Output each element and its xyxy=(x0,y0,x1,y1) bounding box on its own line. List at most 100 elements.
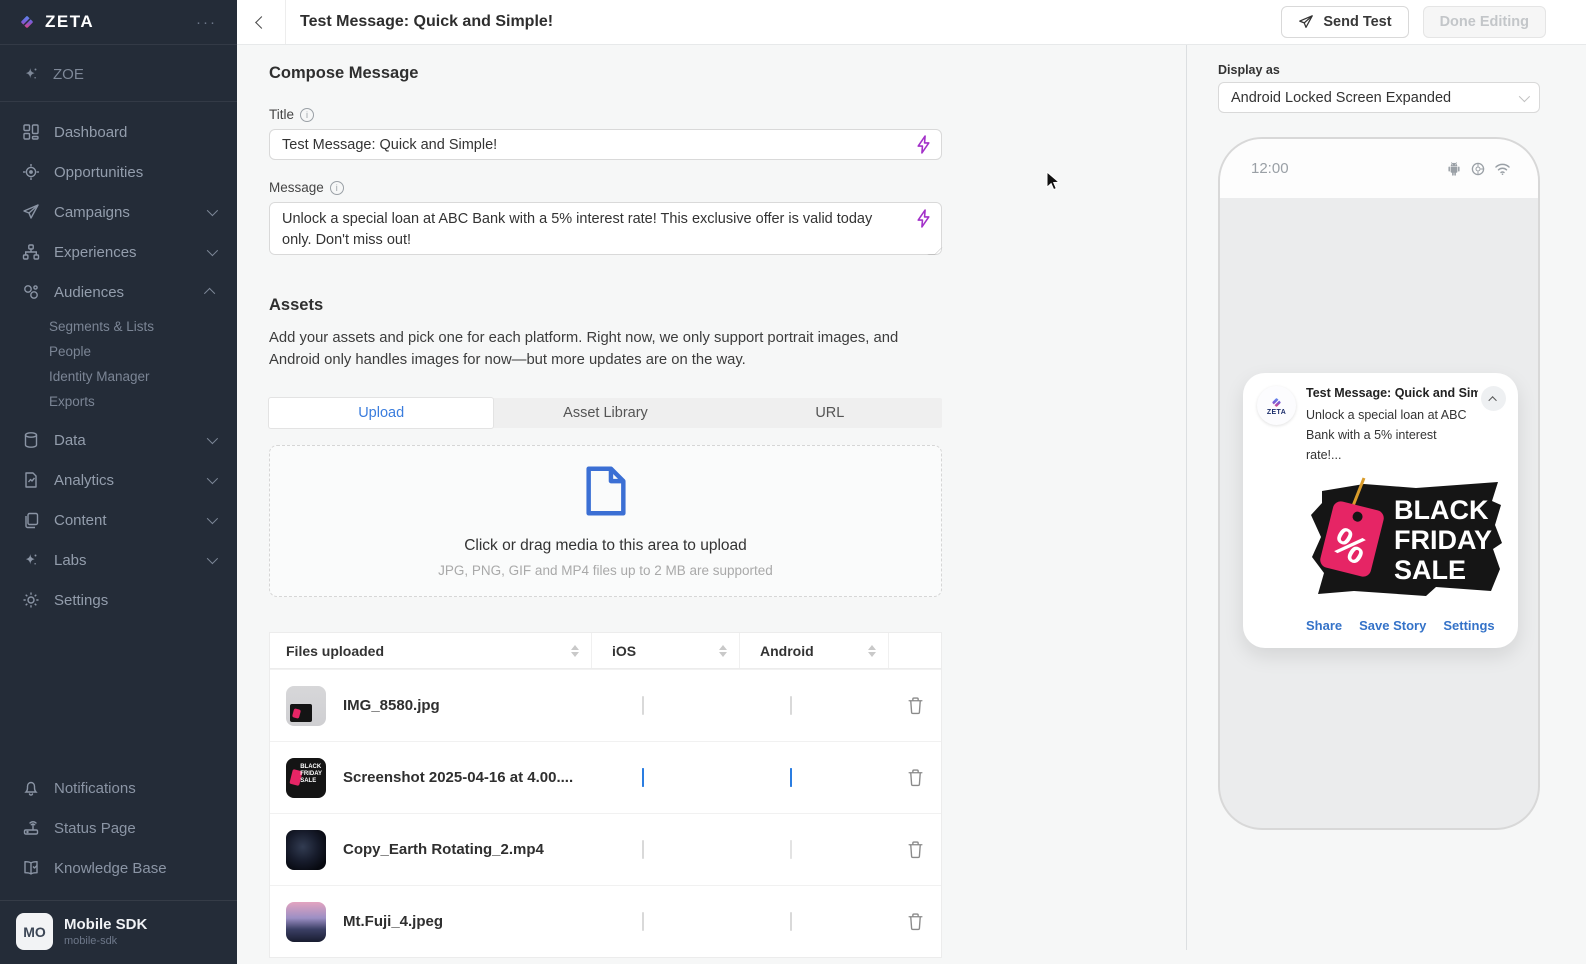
delete-file-button[interactable] xyxy=(907,840,924,859)
sidebar-item-data[interactable]: Data xyxy=(0,420,237,460)
save-story-action[interactable]: Save Story xyxy=(1359,618,1426,633)
ios-checkbox[interactable] xyxy=(642,840,644,859)
sidebar-item-label: Data xyxy=(54,432,86,449)
workspace-name: Mobile SDK xyxy=(64,916,147,933)
done-editing-button[interactable]: Done Editing xyxy=(1423,6,1546,38)
app-canvas: ZETA ··· ZOE Dashboard Opportunities Cam… xyxy=(0,0,1586,964)
file-name: Copy_Earth Rotating_2.mp4 xyxy=(343,841,544,858)
sidebar-item-campaigns[interactable]: Campaigns xyxy=(0,192,237,232)
info-icon[interactable]: i xyxy=(330,181,344,195)
title-label-row: Title i xyxy=(269,107,946,122)
phone-statusbar: 12:00 xyxy=(1220,139,1538,198)
android-checkbox[interactable] xyxy=(790,696,792,715)
info-icon[interactable]: i xyxy=(300,108,314,122)
notification-body: Unlock a special loan at ABC Bank with a… xyxy=(1306,405,1474,465)
ai-lightning-icon[interactable] xyxy=(916,209,931,233)
zeta-app-icon: ZETA xyxy=(1257,386,1296,425)
sidebar-item-label: Analytics xyxy=(54,472,114,489)
notification-collapse-button[interactable] xyxy=(1481,386,1506,411)
chevron-down-icon xyxy=(207,205,218,216)
display-as-label: Display as xyxy=(1218,63,1280,77)
tab-asset-library[interactable]: Asset Library xyxy=(493,398,717,428)
sidebar-item-label: Notifications xyxy=(54,780,136,797)
sidebar-item-label: Settings xyxy=(54,592,108,609)
sidebar-item-labs[interactable]: Labs xyxy=(0,540,237,580)
main-content: Compose Message Title i Message i Unlock… xyxy=(237,45,1186,964)
file-thumbnail: BLACKFRIDAYSALE xyxy=(286,758,326,798)
back-button[interactable] xyxy=(237,0,286,44)
chevron-down-icon xyxy=(207,245,218,256)
sidebar-item-knowledge-base[interactable]: Knowledge Base xyxy=(0,848,237,888)
column-header-android[interactable]: Android xyxy=(740,633,889,668)
audiences-icon xyxy=(22,283,40,301)
workspace-avatar: MO xyxy=(16,913,53,950)
sidebar-item-audiences[interactable]: Audiences xyxy=(0,272,237,312)
column-header-ios[interactable]: iOS xyxy=(592,633,740,668)
table-row: BLACKFRIDAYSALE Screenshot 2025-04-16 at… xyxy=(270,741,941,813)
ai-lightning-icon[interactable] xyxy=(916,135,931,159)
sidebar-item-dashboard[interactable]: Dashboard xyxy=(0,112,237,152)
sidebar-item-segments-lists[interactable]: Segments & Lists xyxy=(0,314,237,339)
upload-dropzone[interactable]: Click or drag media to this area to uplo… xyxy=(269,445,942,597)
ios-checkbox[interactable] xyxy=(642,696,644,715)
sparkle-icon xyxy=(22,65,40,83)
message-label-row: Message i xyxy=(269,180,946,195)
image-line-2: FRIDAY xyxy=(1394,525,1492,555)
sidebar-item-exports[interactable]: Exports xyxy=(0,389,237,414)
sidebar-item-opportunities[interactable]: Opportunities xyxy=(0,152,237,192)
book-icon xyxy=(22,859,40,877)
push-notification-card: ZETA Test Message: Quick and Simpl... Un… xyxy=(1243,373,1518,648)
sidebar-item-people[interactable]: People xyxy=(0,339,237,364)
title-label: Title xyxy=(269,107,294,122)
file-thumbnail xyxy=(286,830,326,870)
report-icon xyxy=(22,471,40,489)
sidebar-item-notifications[interactable]: Notifications xyxy=(0,768,237,808)
message-textarea[interactable]: Unlock a special loan at ABC Bank with a… xyxy=(269,202,942,255)
sidebar-item-status-page[interactable]: Status Page xyxy=(0,808,237,848)
sidebar-item-label: Content xyxy=(54,512,107,529)
app-name: ZETA xyxy=(1267,409,1286,416)
android-icon xyxy=(1446,161,1462,177)
ios-checkbox[interactable] xyxy=(642,768,644,787)
sidebar-item-identity-manager[interactable]: Identity Manager xyxy=(0,364,237,389)
ios-checkbox[interactable] xyxy=(642,912,644,931)
database-icon xyxy=(22,431,40,449)
sidebar-item-experiences[interactable]: Experiences xyxy=(0,232,237,272)
android-checkbox[interactable] xyxy=(790,840,792,859)
send-test-button[interactable]: Send Test xyxy=(1281,6,1408,38)
zeta-logo-icon xyxy=(18,13,36,31)
display-as-select[interactable]: Android Locked Screen Expanded xyxy=(1218,82,1540,113)
chevron-up-icon xyxy=(204,288,215,299)
topbar: Test Message: Quick and Simple! Send Tes… xyxy=(237,0,1586,45)
file-thumbnail xyxy=(286,902,326,942)
chevron-down-icon xyxy=(207,433,218,444)
delete-file-button[interactable] xyxy=(907,696,924,715)
share-action[interactable]: Share xyxy=(1306,618,1342,633)
audiences-subnav: Segments & Lists People Identity Manager… xyxy=(0,312,237,420)
table-row: Copy_Earth Rotating_2.mp4 xyxy=(270,813,941,885)
tab-url[interactable]: URL xyxy=(718,398,942,428)
sidebar-item-content[interactable]: Content xyxy=(0,500,237,540)
sidebar-menu-dots[interactable]: ··· xyxy=(196,14,217,31)
sidebar-item-analytics[interactable]: Analytics xyxy=(0,460,237,500)
settings-action[interactable]: Settings xyxy=(1443,618,1494,633)
delete-file-button[interactable] xyxy=(907,768,924,787)
phone-preview: 12:00 ZETA Test Message: Quick and Simpl… xyxy=(1218,137,1540,830)
tab-upload[interactable]: Upload xyxy=(269,398,493,428)
title-input[interactable] xyxy=(269,129,942,160)
antenna-icon xyxy=(22,819,40,837)
asset-source-tabs: Upload Asset Library URL xyxy=(269,398,942,428)
android-checkbox[interactable] xyxy=(790,912,792,931)
workspace-switcher[interactable]: MO Mobile SDK mobile-sdk xyxy=(0,900,237,964)
delete-file-button[interactable] xyxy=(907,912,924,931)
sidebar-item-zoe[interactable]: ZOE xyxy=(0,45,237,102)
back-chevron-icon xyxy=(255,16,268,29)
sidebar-item-label: Opportunities xyxy=(54,164,143,181)
android-checkbox[interactable] xyxy=(790,768,792,787)
sidebar-item-settings[interactable]: Settings xyxy=(0,580,237,620)
files-table: Files uploaded iOS Android IMG_8580.jpg xyxy=(269,632,942,958)
column-header-files-uploaded[interactable]: Files uploaded xyxy=(270,633,592,668)
phone-time: 12:00 xyxy=(1251,160,1289,177)
send-icon xyxy=(1298,14,1314,30)
image-line-1: BLACK xyxy=(1394,495,1489,525)
